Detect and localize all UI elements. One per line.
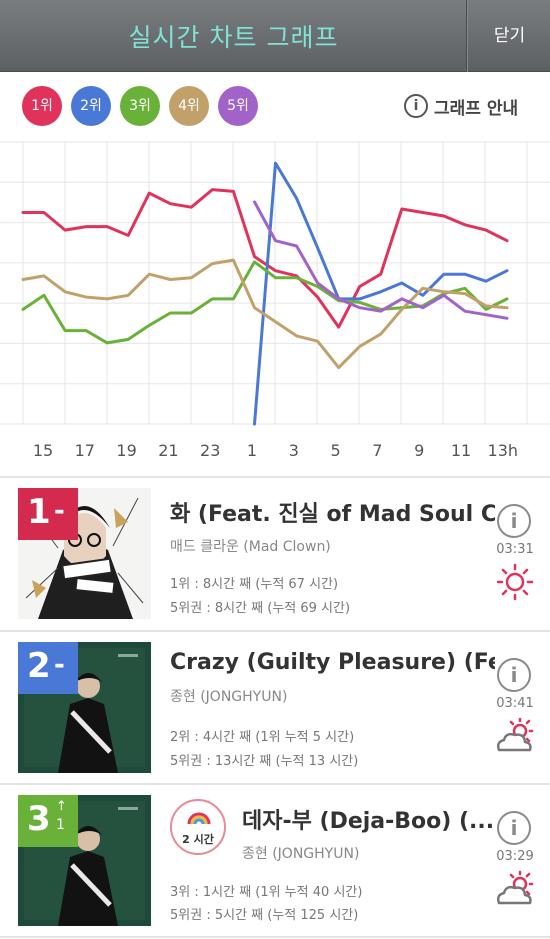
x-tick-label: 1 (247, 441, 257, 460)
rank-badge-2: 2 - (18, 642, 78, 694)
sun-icon (496, 563, 534, 601)
x-tick-label: 13h (488, 441, 519, 460)
realtime-chart: 15 17 19 21 23 1 3 5 7 9 11 13h (0, 141, 550, 460)
timestamp: 03:41 (496, 696, 534, 711)
song-title[interactable]: 데자-부 (Deja-Boo) (... (242, 803, 497, 835)
x-tick-label: 17 (75, 441, 95, 460)
x-tick-label: 9 (414, 441, 424, 460)
streak-badge: 2 시간 (170, 799, 226, 855)
x-tick-label: 3 (289, 441, 299, 460)
streak-hours: 2 시간 (182, 833, 214, 846)
info-icon[interactable]: i (497, 504, 531, 538)
legend-rank-3[interactable]: 3위 (120, 86, 160, 126)
artist-name[interactable]: 종현 (JONGHYUN) (170, 686, 287, 706)
info-icon: i (404, 94, 428, 118)
series-line-rank-5 (253, 200, 509, 320)
rank-duration: 2위 : 4시간 째 (1위 누적 5 시간) (170, 730, 355, 745)
rank-change: 1 (56, 817, 65, 833)
x-tick-label: 15 (33, 441, 53, 460)
x-tick-label: 7 (372, 441, 382, 460)
legend-rank-2[interactable]: 2위 (71, 86, 111, 126)
x-tick-label: 19 (116, 441, 136, 460)
graph-guide-link[interactable]: i 그래프 안내 (404, 93, 518, 119)
rank-number: 2 (27, 646, 51, 686)
x-tick-label: 5 (331, 441, 341, 460)
rank-duration: 3위 : 1시간 째 (1위 누적 40 시간) (170, 885, 363, 900)
legend-rank-5[interactable]: 5위 (218, 86, 258, 126)
divider (466, 0, 468, 72)
rank-up-arrow: ↑ (56, 799, 67, 814)
song-title[interactable]: 화 (Feat. 진실 of Mad Soul C... (170, 496, 495, 528)
chart-row-2[interactable]: 2 - Crazy (Guilty Pleasure) (Fe... 종현 (J… (0, 632, 550, 784)
legend-rank-4[interactable]: 4위 (169, 86, 209, 126)
timestamp: 03:29 (496, 849, 534, 864)
graph-guide-label: 그래프 안내 (434, 98, 519, 119)
top5-duration: 5위권 : 5시간 째 (누적 125 시간) (170, 908, 359, 923)
partly-cloudy-icon (496, 870, 534, 905)
page-title: 실시간 차트 그래프 (128, 23, 339, 52)
rank-change: - (54, 496, 65, 526)
timestamp: 03:31 (496, 542, 534, 557)
rank-badge-3: 3 ↑ 1 (18, 795, 78, 847)
chart-lines (21, 161, 509, 426)
partly-cloudy-icon (496, 717, 534, 752)
top5-duration: 5위권 : 8시간 째 (누적 69 시간) (170, 601, 351, 616)
artist-name[interactable]: 매드 클라운 (Mad Clown) (170, 536, 331, 556)
x-tick-label: 11 (451, 441, 471, 460)
rank-duration: 1위 : 8시간 째 (누적 67 시간) (170, 577, 339, 592)
rank-number: 1 (27, 492, 51, 532)
legend-rank-1[interactable]: 1위 (22, 86, 62, 126)
chart-row-1[interactable]: 1 - 화 (Feat. 진실 of Mad Soul C... 매드 클라운 … (0, 478, 550, 630)
artist-name[interactable]: 종현 (JONGHYUN) (242, 843, 359, 863)
song-title[interactable]: Crazy (Guilty Pleasure) (Fe... (170, 650, 495, 675)
info-icon[interactable]: i (497, 811, 531, 845)
x-tick-label: 21 (158, 441, 178, 460)
chart-row-3[interactable]: 3 ↑ 1 2 시간 데자-부 (Deja-Boo) (... 종현 (JONG… (0, 785, 550, 937)
close-button[interactable]: 닫기 (469, 0, 550, 72)
rank-change: - (54, 650, 65, 680)
x-tick-label: 23 (200, 441, 220, 460)
top5-duration: 5위권 : 13시간 째 (누적 13 시간) (170, 754, 359, 769)
rainbow-icon (187, 812, 211, 825)
rank-badge-1: 1 - (18, 488, 78, 540)
rank-number: 3 (27, 799, 51, 839)
divider (0, 936, 550, 938)
chart-x-ticks: 15 17 19 21 23 1 3 5 7 9 11 13h (33, 441, 518, 460)
title-bar: 실시간 차트 그래프 닫기 (0, 0, 550, 72)
info-icon[interactable]: i (497, 658, 531, 692)
